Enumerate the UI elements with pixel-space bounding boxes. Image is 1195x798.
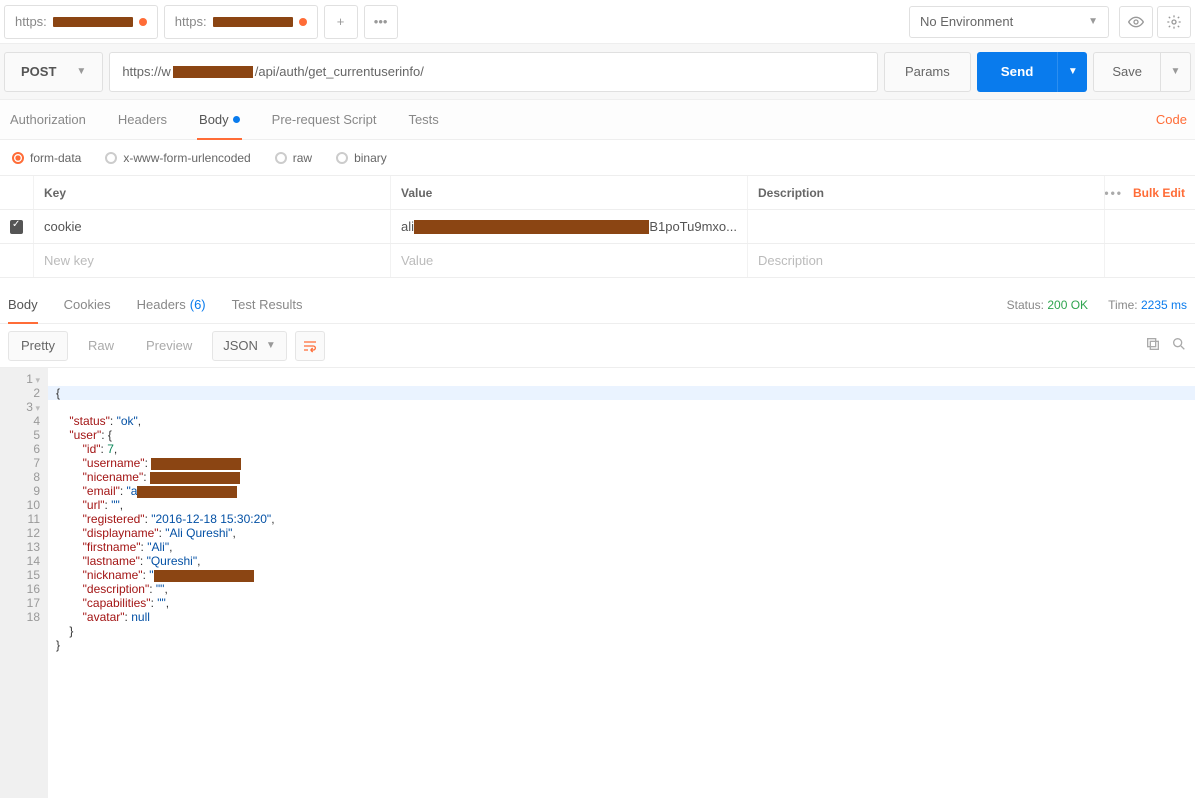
form-data-row: cookie aliB1poTu9mxo... xyxy=(0,210,1195,244)
key-cell[interactable]: cookie xyxy=(34,210,391,243)
body-type-row: form-data x-www-form-urlencoded raw bina… xyxy=(0,140,1195,176)
response-actions xyxy=(1145,336,1187,355)
gear-icon xyxy=(1166,14,1182,30)
response-tabs: Body Cookies Headers(6) Test Results Sta… xyxy=(0,286,1195,324)
params-button[interactable]: Params xyxy=(884,52,971,92)
radio-icon xyxy=(336,152,348,164)
resp-tab-headers[interactable]: Headers(6) xyxy=(137,286,206,323)
tab-label: https: xyxy=(15,14,47,29)
search-icon xyxy=(1171,336,1187,352)
quick-look-button[interactable] xyxy=(1119,6,1153,38)
chevron-down-icon: ▼ xyxy=(1088,16,1098,27)
radio-icon xyxy=(275,152,287,164)
url-text: /api/auth/get_currentuserinfo/ xyxy=(255,64,424,79)
form-data-new-row: New key Value Description xyxy=(0,244,1195,278)
tab-prerequest[interactable]: Pre-request Script xyxy=(270,100,379,139)
redacted-text xyxy=(173,66,253,78)
wrap-icon xyxy=(302,338,318,354)
resp-tab-cookies[interactable]: Cookies xyxy=(64,286,111,323)
radio-raw[interactable]: raw xyxy=(275,151,312,165)
url-text: https://w xyxy=(122,64,170,79)
environment-label: No Environment xyxy=(920,14,1013,29)
unsaved-dot-icon xyxy=(299,18,307,26)
send-button[interactable]: Send xyxy=(977,52,1058,92)
wrap-lines-button[interactable] xyxy=(295,331,325,361)
tab-label: https: xyxy=(175,14,207,29)
chevron-down-icon: ▼ xyxy=(1068,66,1078,77)
bulk-edit-link[interactable]: Bulk Edit xyxy=(1133,186,1185,200)
env-settings-button[interactable] xyxy=(1157,6,1191,38)
response-body[interactable]: 123456789101112131415161718 { "status": … xyxy=(0,368,1195,798)
redacted-text xyxy=(414,220,649,234)
more-options-icon[interactable]: ••• xyxy=(1105,186,1123,200)
copy-button[interactable] xyxy=(1145,336,1161,355)
new-description-input[interactable]: Description xyxy=(748,244,1105,277)
method-label: POST xyxy=(21,64,56,79)
col-value: Value xyxy=(391,176,748,209)
copy-icon xyxy=(1145,336,1161,352)
request-tab-1[interactable]: https: xyxy=(4,5,158,39)
form-data-header: Key Value Description ••• Bulk Edit xyxy=(0,176,1195,210)
col-description: Description xyxy=(748,176,1105,209)
eye-icon xyxy=(1128,14,1144,30)
redacted-text xyxy=(213,17,293,27)
request-row: POST ▼ https://w /api/auth/get_currentus… xyxy=(0,44,1195,100)
tab-body[interactable]: Body xyxy=(197,100,242,139)
tab-authorization[interactable]: Authorization xyxy=(8,100,88,139)
tab-tests[interactable]: Tests xyxy=(406,100,440,139)
status-value: 200 OK xyxy=(1047,298,1088,312)
radio-form-data[interactable]: form-data xyxy=(12,151,81,165)
modified-dot-icon xyxy=(233,116,240,123)
value-cell[interactable]: aliB1poTu9mxo... xyxy=(391,210,748,243)
new-value-input[interactable]: Value xyxy=(391,244,748,277)
send-group: Send ▼ xyxy=(977,52,1088,92)
save-button[interactable]: Save xyxy=(1093,52,1161,92)
code-link[interactable]: Code xyxy=(1156,112,1187,127)
radio-binary[interactable]: binary xyxy=(336,151,387,165)
search-button[interactable] xyxy=(1171,336,1187,355)
unsaved-dot-icon xyxy=(139,18,147,26)
radio-icon xyxy=(12,152,24,164)
radio-icon xyxy=(105,152,117,164)
resp-tab-body[interactable]: Body xyxy=(8,286,38,323)
request-subtabs: Authorization Headers Body Pre-request S… xyxy=(0,100,1195,140)
chevron-down-icon: ▼ xyxy=(76,66,86,77)
resp-tab-tests[interactable]: Test Results xyxy=(232,286,303,323)
time-value: 2235 ms xyxy=(1141,298,1187,312)
new-key-input[interactable]: New key xyxy=(34,244,391,277)
view-raw[interactable]: Raw xyxy=(76,331,126,361)
save-group: Save ▼ xyxy=(1093,52,1191,92)
tab-options-button[interactable]: ••• xyxy=(364,5,398,39)
method-select[interactable]: POST ▼ xyxy=(4,52,103,92)
response-view-bar: Pretty Raw Preview JSON▼ xyxy=(0,324,1195,368)
save-dropdown[interactable]: ▼ xyxy=(1161,52,1191,92)
chevron-down-icon: ▼ xyxy=(1171,66,1181,77)
redacted-text xyxy=(53,17,133,27)
view-pretty[interactable]: Pretty xyxy=(8,331,68,361)
send-dropdown[interactable]: ▼ xyxy=(1057,52,1087,92)
radio-urlencoded[interactable]: x-www-form-urlencoded xyxy=(105,151,250,165)
tab-headers[interactable]: Headers xyxy=(116,100,169,139)
line-gutter: 123456789101112131415161718 xyxy=(0,368,48,798)
new-tab-button[interactable]: + xyxy=(324,5,358,39)
code-content: { "status": "ok", "user": { "id": 7, "us… xyxy=(48,368,1195,798)
description-cell[interactable] xyxy=(748,210,1105,243)
chevron-down-icon: ▼ xyxy=(266,340,276,351)
view-preview[interactable]: Preview xyxy=(134,331,204,361)
checkbox-checked[interactable] xyxy=(10,220,23,234)
request-tabs: https: https: + ••• xyxy=(4,5,398,39)
language-select[interactable]: JSON▼ xyxy=(212,331,287,361)
col-key: Key xyxy=(34,176,391,209)
request-tab-2[interactable]: https: xyxy=(164,5,318,39)
url-input[interactable]: https://w /api/auth/get_currentuserinfo/ xyxy=(109,52,878,92)
top-bar: https: https: + ••• No Environment ▼ xyxy=(0,0,1195,44)
environment-select[interactable]: No Environment ▼ xyxy=(909,6,1109,38)
status-info: Status: 200 OK Time: 2235 ms xyxy=(1007,298,1187,312)
